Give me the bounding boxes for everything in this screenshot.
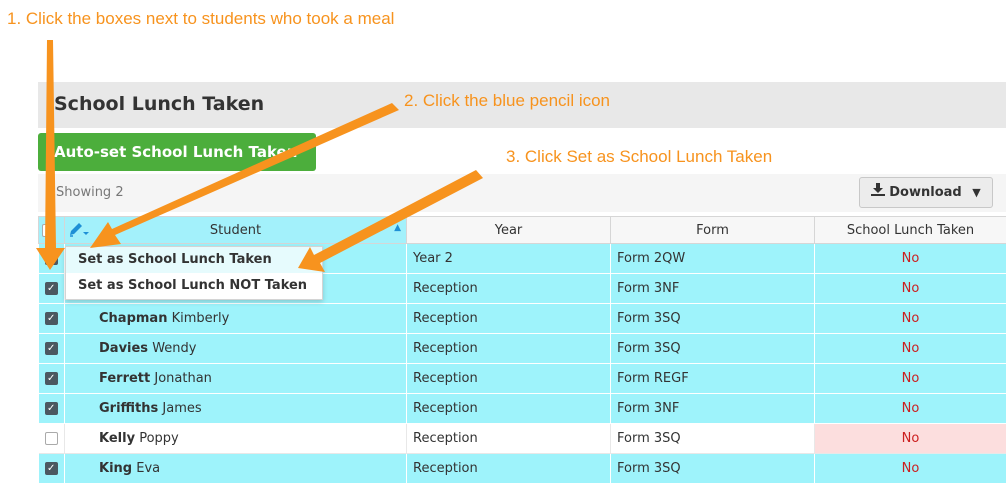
lunch-taken-cell: No bbox=[815, 394, 1006, 424]
table-row[interactable]: Kelly Poppy Reception Form 3SQ No bbox=[39, 424, 1006, 454]
form-cell: Form 3SQ bbox=[611, 334, 815, 364]
form-cell: Form 3NF bbox=[611, 394, 815, 424]
student-name: Ferrett Jonathan bbox=[65, 364, 407, 394]
row-checkbox[interactable]: ✓ bbox=[45, 282, 58, 295]
year-cell: Reception bbox=[407, 424, 611, 454]
form-cell: Form REGF bbox=[611, 364, 815, 394]
lunch-taken-cell: No bbox=[815, 364, 1006, 394]
form-cell: Form 2QW bbox=[611, 244, 815, 274]
row-checkbox[interactable]: ✓ bbox=[45, 372, 58, 385]
row-checkbox[interactable]: ✓ bbox=[45, 402, 58, 415]
table-row[interactable]: ✓ Chapman Kimberly Reception Form 3SQ No bbox=[39, 304, 1006, 334]
student-name: King Eva bbox=[65, 454, 407, 484]
auto-set-button[interactable]: Auto-set School Lunch Taken bbox=[38, 133, 316, 171]
form-cell: Form 3SQ bbox=[611, 304, 815, 334]
table-row[interactable]: ✓ Ferrett Jonathan Reception Form REGF N… bbox=[39, 364, 1006, 394]
year-cell: Reception bbox=[407, 304, 611, 334]
student-name: Griffiths James bbox=[65, 394, 407, 424]
lunch-taken-cell: No bbox=[815, 454, 1006, 484]
select-all-header[interactable] bbox=[39, 217, 65, 244]
row-checkbox[interactable] bbox=[45, 432, 58, 445]
student-name: Kelly Poppy bbox=[65, 424, 407, 454]
year-cell: Reception bbox=[407, 274, 611, 304]
instruction-step-2: 2. Click the blue pencil icon bbox=[404, 91, 610, 111]
lunch-taken-cell: No bbox=[815, 244, 1006, 274]
form-cell: Form 3SQ bbox=[611, 424, 815, 454]
table-row[interactable]: ✓ Davies Wendy Reception Form 3SQ No bbox=[39, 334, 1006, 364]
year-cell: Reception bbox=[407, 334, 611, 364]
row-checkbox[interactable]: ✓ bbox=[45, 312, 58, 325]
lunch-taken-cell: No bbox=[815, 304, 1006, 334]
row-checkbox[interactable]: ✓ bbox=[45, 342, 58, 355]
row-checkbox[interactable]: ✓ bbox=[45, 462, 58, 475]
showing-count: Showing 2 bbox=[56, 185, 124, 200]
instruction-step-1: 1. Click the boxes next to students who … bbox=[7, 9, 394, 29]
download-label: Download bbox=[889, 185, 961, 200]
lunch-taken-cell: No bbox=[815, 274, 1006, 304]
year-cell: Reception bbox=[407, 454, 611, 484]
panel-title: School Lunch Taken bbox=[54, 93, 264, 115]
year-cell: Year 2 bbox=[407, 244, 611, 274]
instruction-step-3: 3. Click Set as School Lunch Taken bbox=[506, 147, 772, 167]
year-cell: Reception bbox=[407, 394, 611, 424]
year-cell: Reception bbox=[407, 364, 611, 394]
column-school-lunch-taken[interactable]: School Lunch Taken bbox=[815, 217, 1006, 244]
menu-item-set-not-taken[interactable]: Set as School Lunch NOT Taken bbox=[66, 273, 322, 299]
table-row[interactable]: ✓ Griffiths James Reception Form 3NF No bbox=[39, 394, 1006, 424]
bulk-action-menu: Set as School Lunch Taken Set as School … bbox=[65, 246, 323, 300]
column-year[interactable]: Year bbox=[407, 217, 611, 244]
form-cell: Form 3NF bbox=[611, 274, 815, 304]
pencil-icon[interactable] bbox=[68, 222, 90, 242]
lunch-taken-cell: No bbox=[815, 334, 1006, 364]
sort-asc-icon: ▲ bbox=[394, 223, 401, 233]
download-button[interactable]: Download ▼ bbox=[859, 177, 993, 208]
table-header-row: Student ▲ Year Form School Lunch Taken bbox=[39, 217, 1006, 244]
row-checkbox[interactable]: ✓ bbox=[45, 252, 58, 265]
student-name: Chapman Kimberly bbox=[65, 304, 407, 334]
column-student[interactable]: Student ▲ bbox=[65, 217, 407, 244]
chevron-down-icon: ▼ bbox=[972, 186, 980, 199]
download-icon bbox=[871, 178, 885, 207]
table-toolbar: Showing 2 Download ▼ bbox=[38, 174, 1006, 212]
form-cell: Form 3SQ bbox=[611, 454, 815, 484]
column-header-student: Student bbox=[210, 223, 261, 238]
menu-item-set-taken[interactable]: Set as School Lunch Taken bbox=[66, 247, 322, 273]
select-all-checkbox[interactable] bbox=[42, 224, 55, 237]
student-name: Davies Wendy bbox=[65, 334, 407, 364]
table-row[interactable]: ✓ King Eva Reception Form 3SQ No bbox=[39, 454, 1006, 484]
lunch-taken-cell: No bbox=[815, 424, 1006, 454]
column-form[interactable]: Form bbox=[611, 217, 815, 244]
